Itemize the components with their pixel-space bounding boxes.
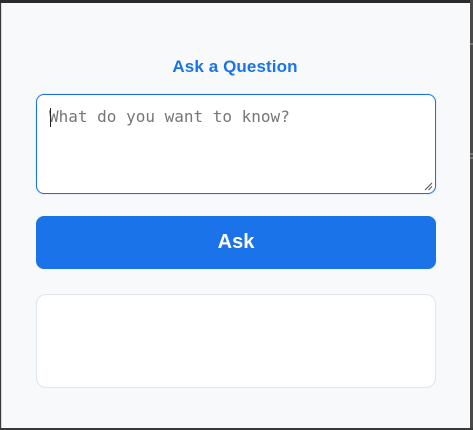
answer-output <box>36 294 436 388</box>
panel-title: Ask a Question <box>172 57 298 76</box>
ask-button[interactable]: Ask <box>36 216 436 269</box>
text-caret <box>50 108 51 127</box>
question-input[interactable] <box>36 94 436 194</box>
resize-grip-icon[interactable] <box>424 182 433 191</box>
app-window: Ask a Question Ask <box>0 0 473 430</box>
